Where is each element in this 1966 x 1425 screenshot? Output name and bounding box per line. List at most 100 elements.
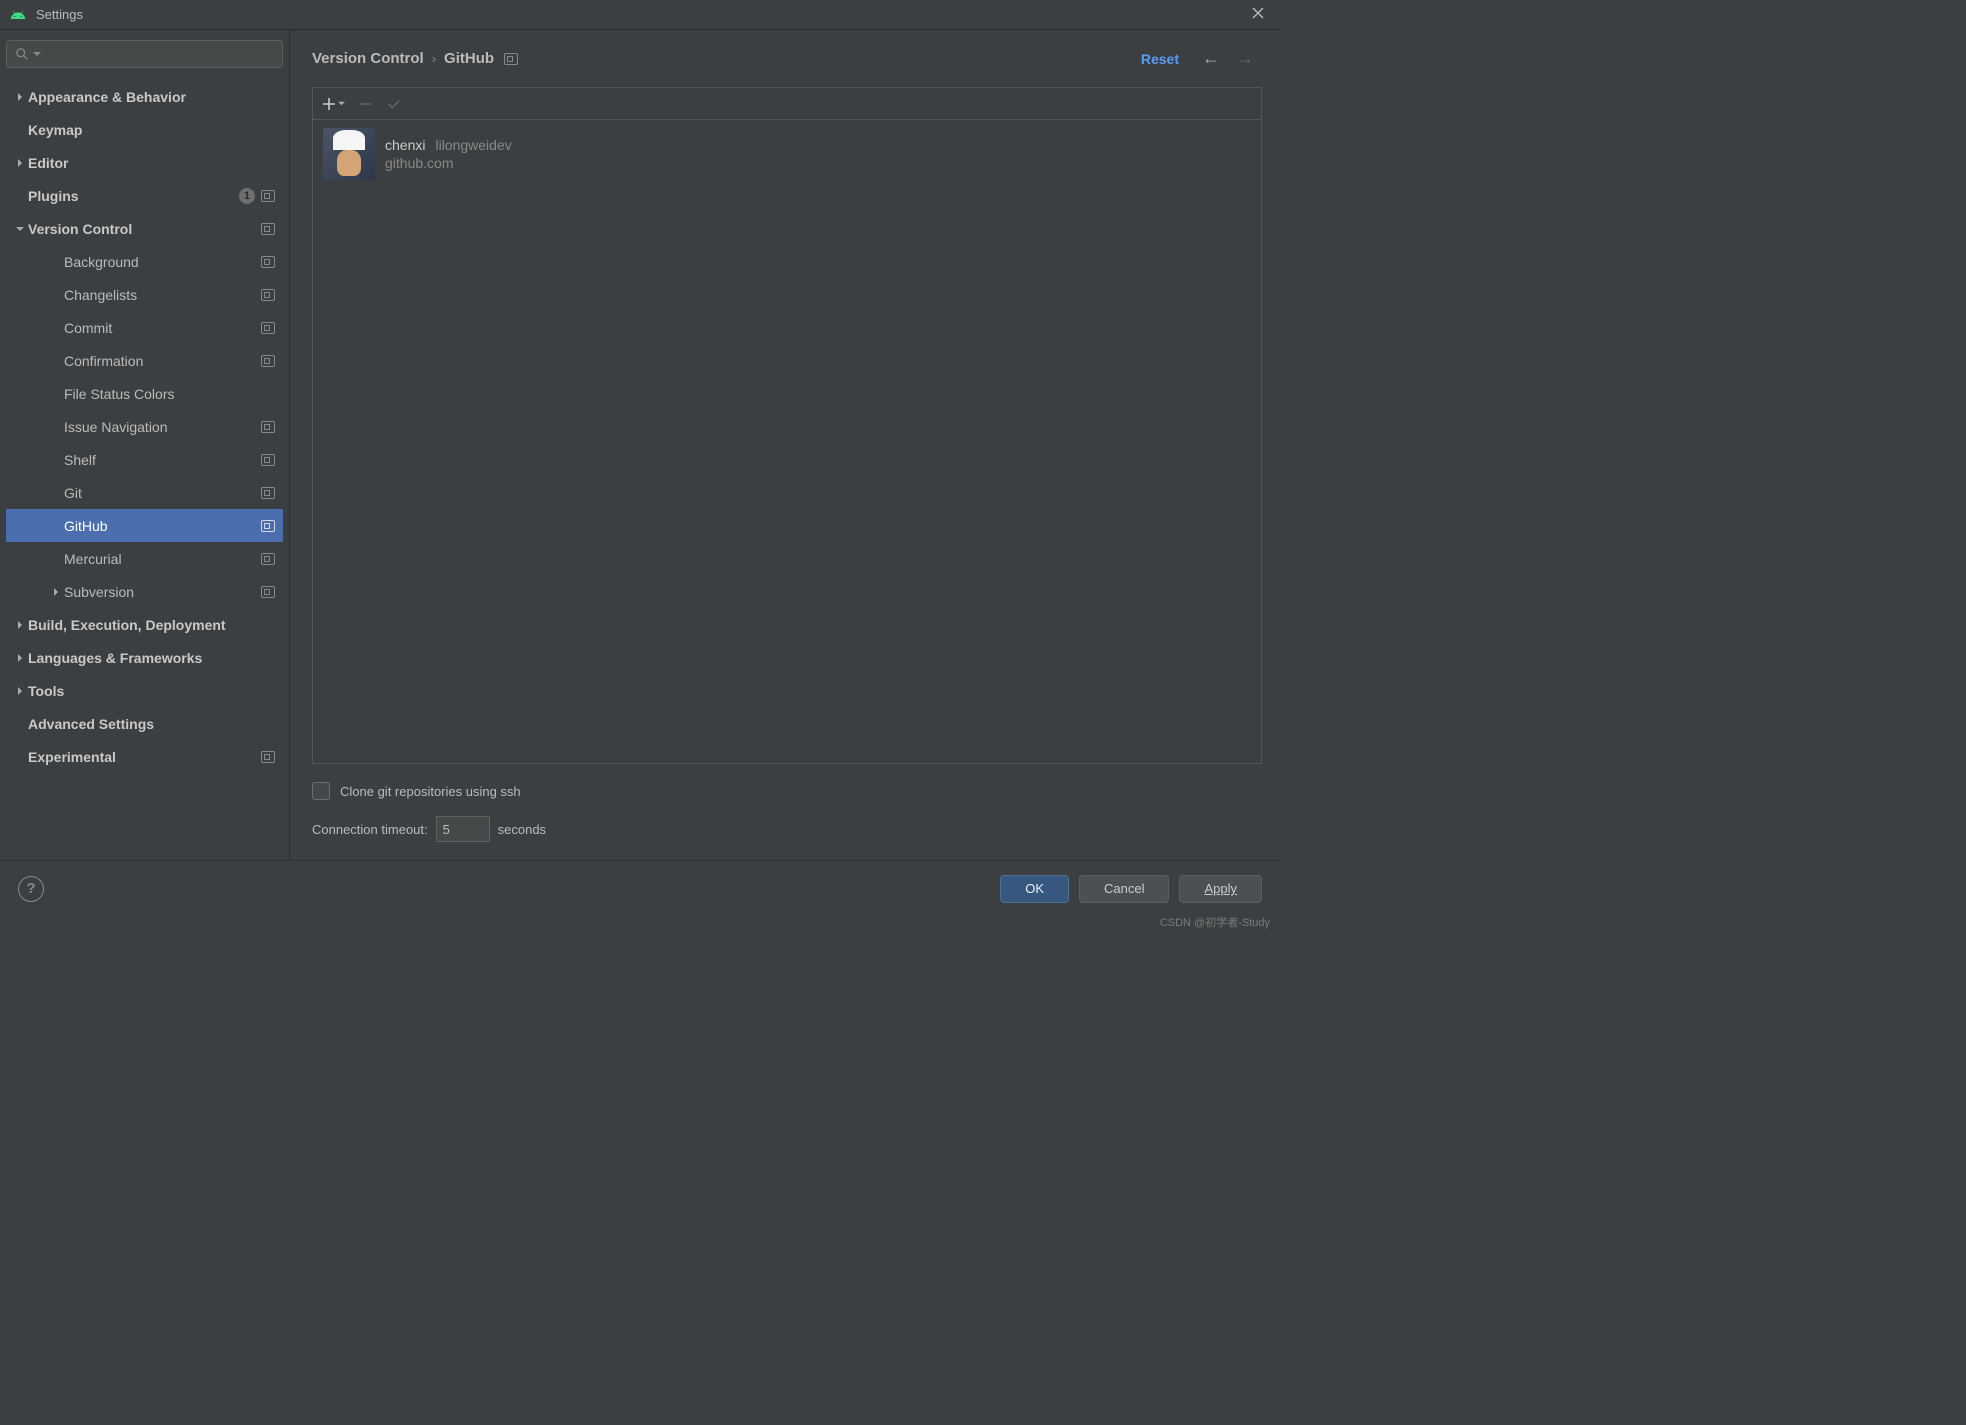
project-scope-icon xyxy=(261,487,275,499)
update-badge: 1 xyxy=(239,188,255,204)
sidebar-item-appearance-behavior[interactable]: Appearance & Behavior xyxy=(6,80,283,113)
ssh-checkbox-row[interactable]: Clone git repositories using ssh xyxy=(312,782,1262,800)
sidebar-item-background[interactable]: Background xyxy=(6,245,283,278)
sidebar-item-label: Tools xyxy=(28,683,275,699)
sidebar-item-issue-navigation[interactable]: Issue Navigation xyxy=(6,410,283,443)
sidebar-item-label: Experimental xyxy=(28,749,261,765)
account-server: github.com xyxy=(385,155,512,171)
timeout-label: Connection timeout: xyxy=(312,822,428,837)
watermark: CSDN @初学者-Study xyxy=(1160,914,1270,930)
chevron-right-icon xyxy=(12,620,28,630)
add-account-button[interactable] xyxy=(321,96,345,112)
sidebar-item-experimental[interactable]: Experimental xyxy=(6,740,283,773)
search-input[interactable] xyxy=(6,40,283,68)
timeout-unit: seconds xyxy=(498,822,546,837)
sidebar-item-confirmation[interactable]: Confirmation xyxy=(6,344,283,377)
sidebar-item-advanced-settings[interactable]: Advanced Settings xyxy=(6,707,283,740)
apply-button[interactable]: Apply xyxy=(1179,875,1262,903)
main: Appearance & Behavior Keymap Editor Plugins… xyxy=(0,30,1280,860)
breadcrumb: Version Control › GitHub Reset ← → xyxy=(312,48,1262,69)
breadcrumb-separator-icon: › xyxy=(432,51,436,66)
help-button[interactable]: ? xyxy=(18,876,44,902)
sidebar-item-subversion[interactable]: Subversion xyxy=(6,575,283,608)
project-scope-icon xyxy=(261,256,275,268)
sidebar-item-git[interactable]: Git xyxy=(6,476,283,509)
set-default-button xyxy=(387,97,401,111)
account-row[interactable]: chenxi lilongweidev github.com xyxy=(313,120,1261,188)
project-scope-icon xyxy=(261,355,275,367)
sidebar-item-commit[interactable]: Commit xyxy=(6,311,283,344)
accounts-toolbar xyxy=(313,88,1261,120)
reset-button[interactable]: Reset xyxy=(1141,51,1179,67)
content-panel: Version Control › GitHub Reset ← → xyxy=(290,30,1280,860)
sidebar-item-mercurial[interactable]: Mercurial xyxy=(6,542,283,575)
sidebar-item-label: Mercurial xyxy=(64,551,261,567)
search-dropdown-icon xyxy=(33,50,41,58)
sidebar-item-shelf[interactable]: Shelf xyxy=(6,443,283,476)
sidebar-item-label: Commit xyxy=(64,320,261,336)
sidebar-item-label: Issue Navigation xyxy=(64,419,261,435)
breadcrumb-root: Version Control xyxy=(312,50,424,67)
remove-account-button xyxy=(359,97,373,111)
ok-button[interactable]: OK xyxy=(1000,875,1069,903)
sidebar-item-label: Subversion xyxy=(64,584,261,600)
sidebar-item-label: Changelists xyxy=(64,287,261,303)
settings-sidebar: Appearance & Behavior Keymap Editor Plugins… xyxy=(0,30,290,860)
project-scope-icon xyxy=(261,586,275,598)
project-scope-icon xyxy=(261,553,275,565)
sidebar-item-label: Languages & Frameworks xyxy=(28,650,275,666)
timeout-row: Connection timeout: seconds xyxy=(312,816,1262,842)
project-scope-icon xyxy=(504,53,518,65)
sidebar-item-label: Plugins xyxy=(28,188,239,204)
sidebar-item-changelists[interactable]: Changelists xyxy=(6,278,283,311)
project-scope-icon xyxy=(261,751,275,763)
chevron-down-icon xyxy=(12,224,28,234)
chevron-right-icon xyxy=(48,587,64,597)
sidebar-item-file-status-colors[interactable]: File Status Colors xyxy=(6,377,283,410)
nav-back-icon[interactable]: ← xyxy=(1202,48,1220,69)
titlebar: Settings xyxy=(0,0,1280,30)
sidebar-item-label: Appearance & Behavior xyxy=(28,89,275,105)
sidebar-item-tools[interactable]: Tools xyxy=(6,674,283,707)
avatar xyxy=(323,128,375,180)
ssh-checkbox[interactable] xyxy=(312,782,330,800)
sidebar-item-editor[interactable]: Editor xyxy=(6,146,283,179)
chevron-right-icon xyxy=(12,686,28,696)
sidebar-item-languages-frameworks[interactable]: Languages & Frameworks xyxy=(6,641,283,674)
breadcrumb-leaf: GitHub xyxy=(444,50,494,67)
close-icon[interactable] xyxy=(1246,4,1270,25)
sidebar-item-label: Background xyxy=(64,254,261,270)
sidebar-item-label: Keymap xyxy=(28,122,275,138)
search-icon xyxy=(15,47,29,61)
chevron-right-icon xyxy=(12,92,28,102)
account-handle: lilongweidev xyxy=(435,137,511,153)
sidebar-item-keymap[interactable]: Keymap xyxy=(6,113,283,146)
sidebar-item-build-execution-deployment[interactable]: Build, Execution, Deployment xyxy=(6,608,283,641)
project-scope-icon xyxy=(261,223,275,235)
sidebar-item-label: Advanced Settings xyxy=(28,716,275,732)
sidebar-item-version-control[interactable]: Version Control xyxy=(6,212,283,245)
chevron-right-icon xyxy=(12,158,28,168)
timeout-input[interactable] xyxy=(436,816,490,842)
search-field[interactable] xyxy=(45,47,274,62)
project-scope-icon xyxy=(261,289,275,301)
sidebar-item-label: Shelf xyxy=(64,452,261,468)
account-name: chenxi xyxy=(385,137,425,153)
account-info: chenxi lilongweidev github.com xyxy=(385,137,512,171)
options: Clone git repositories using ssh Connect… xyxy=(312,782,1262,860)
ssh-label: Clone git repositories using ssh xyxy=(340,784,521,799)
sidebar-item-plugins[interactable]: Plugins1 xyxy=(6,179,283,212)
project-scope-icon xyxy=(261,322,275,334)
sidebar-item-label: Confirmation xyxy=(64,353,261,369)
android-logo-icon xyxy=(10,7,26,23)
sidebar-item-label: Version Control xyxy=(28,221,261,237)
sidebar-item-github[interactable]: GitHub xyxy=(6,509,283,542)
project-scope-icon xyxy=(261,421,275,433)
project-scope-icon xyxy=(261,520,275,532)
sidebar-item-label: Editor xyxy=(28,155,275,171)
nav-forward-icon: → xyxy=(1236,48,1254,69)
chevron-right-icon xyxy=(12,653,28,663)
sidebar-item-label: File Status Colors xyxy=(64,386,275,402)
sidebar-item-label: Build, Execution, Deployment xyxy=(28,617,275,633)
cancel-button[interactable]: Cancel xyxy=(1079,875,1169,903)
